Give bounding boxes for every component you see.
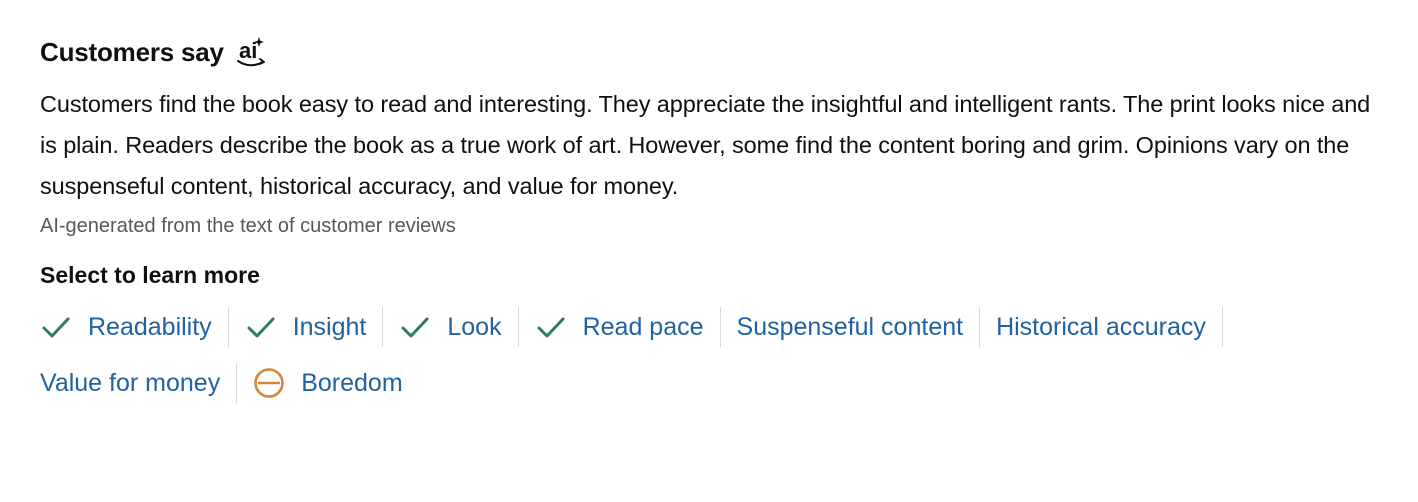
aspect-label: Suspenseful content <box>736 312 964 341</box>
aspect-historical-accuracy[interactable]: Historical accuracy <box>980 307 1223 347</box>
aspect-label: Look <box>447 312 502 341</box>
aspect-label: Boredom <box>301 368 403 397</box>
aspect-suspenseful-content[interactable]: Suspenseful content <box>721 307 981 347</box>
check-icon <box>535 311 567 343</box>
aspect-label: Readability <box>88 312 212 341</box>
panel-header: Customers say ai <box>40 30 1400 74</box>
aspect-boredom[interactable]: Boredom <box>237 363 418 403</box>
review-summary: Customers find the book easy to read and… <box>40 91 1371 199</box>
aspect-label: Insight <box>292 312 367 341</box>
aspect-label: Value for money <box>40 368 221 397</box>
aspect-value-for-money[interactable]: Value for money <box>40 363 238 403</box>
select-to-learn-more-heading: Select to learn more <box>40 262 260 288</box>
check-icon <box>40 311 72 343</box>
check-icon <box>245 311 277 343</box>
ai-generated-note: AI-generated from the text of customer r… <box>40 215 456 237</box>
svg-text:ai: ai <box>239 38 257 63</box>
aspect-label: Historical accuracy <box>996 312 1206 341</box>
minus-circle-icon <box>253 367 285 399</box>
ai-sparkle-icon: ai <box>236 34 270 70</box>
customers-say-panel: Customers say ai Customers find the book… <box>40 30 1400 403</box>
aspect-insight[interactable]: Insight <box>229 307 384 347</box>
aspect-readability[interactable]: Readability <box>40 307 229 347</box>
panel-title: Customers say <box>40 37 224 67</box>
aspect-list: Readability Insight Look Read pace Suspe… <box>40 307 1340 403</box>
aspect-label: Read pace <box>582 312 704 341</box>
aspect-read-pace[interactable]: Read pace <box>519 307 721 347</box>
aspect-look[interactable]: Look <box>383 307 519 347</box>
check-icon <box>399 311 431 343</box>
